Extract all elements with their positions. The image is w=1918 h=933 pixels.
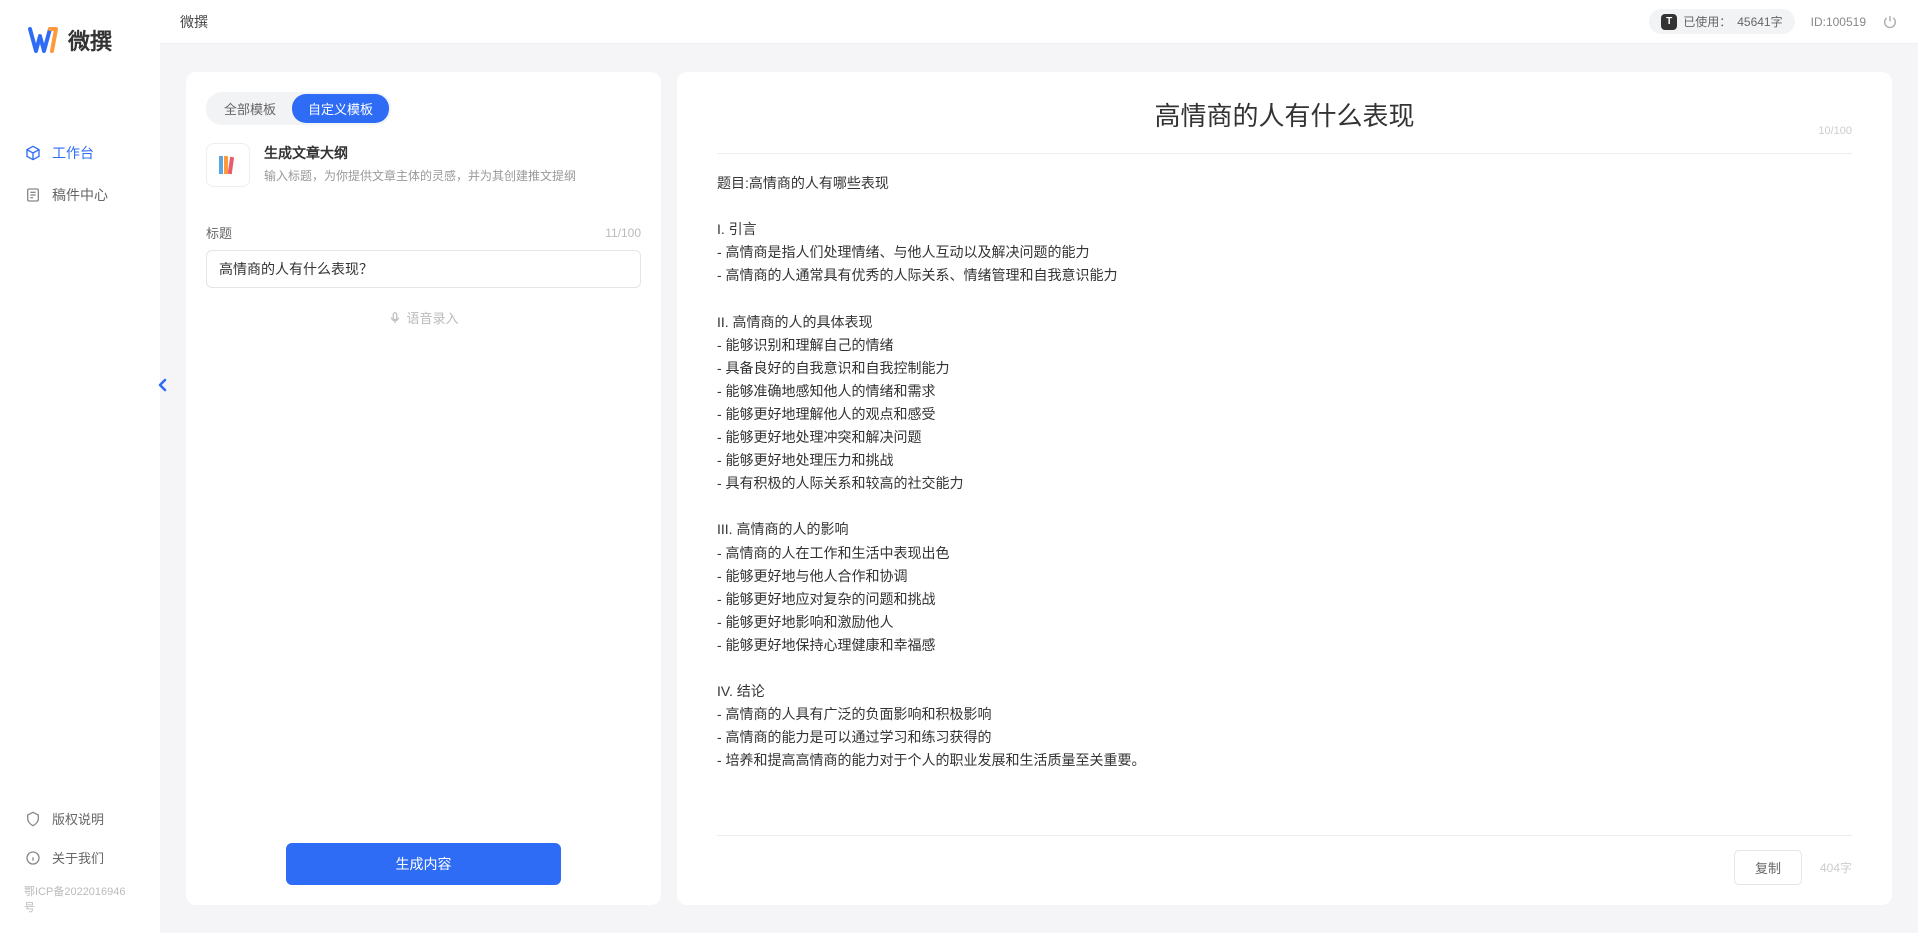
template-info: 生成文章大纲 输入标题，为你提供文章主体的灵感，并为其创建推文提纲 [264, 143, 641, 184]
form-label-row: 标题 11/100 [206, 223, 641, 242]
word-count: 404字 [1820, 859, 1852, 876]
title-input[interactable] [206, 250, 641, 288]
right-panel: 高情商的人有什么表现 10/100 题目:高情商的人有哪些表现 I. 引言 - … [677, 72, 1892, 905]
voice-input-button[interactable]: 语音录入 [206, 308, 641, 327]
nav-about[interactable]: 关于我们 [0, 838, 160, 877]
template-tabs: 全部模板 自定义模板 [206, 92, 391, 125]
usage-pill[interactable]: T 已使用： 45641字 [1649, 9, 1794, 34]
nav-copyright[interactable]: 版权说明 [0, 799, 160, 838]
voice-label: 语音录入 [406, 308, 458, 327]
collapse-handle[interactable] [156, 376, 170, 394]
nav-menu: 工作台 稿件中心 [0, 72, 160, 799]
template-card[interactable]: 生成文章大纲 输入标题，为你提供文章主体的灵感，并为其创建推文提纲 [186, 143, 661, 207]
power-icon[interactable] [1882, 14, 1898, 30]
usage-value: 45641字 [1737, 13, 1782, 30]
mic-icon [388, 311, 402, 325]
sidebar: 微撰 工作台 稿件中心 版权说明 [0, 0, 160, 933]
nav-label: 版权说明 [52, 809, 104, 828]
header-right: T 已使用： 45641字 ID:100519 [1649, 9, 1898, 34]
template-title: 生成文章大纲 [264, 143, 641, 163]
generate-button[interactable]: 生成内容 [286, 843, 561, 885]
copy-button[interactable]: 复制 [1734, 850, 1802, 885]
cube-icon [24, 144, 42, 162]
tab-all-templates[interactable]: 全部模板 [208, 94, 292, 123]
tab-custom-templates[interactable]: 自定义模板 [292, 94, 389, 123]
title-label: 标题 [206, 223, 232, 242]
logo-icon [28, 24, 60, 56]
shield-icon [24, 810, 42, 828]
output-title-row: 高情商的人有什么表现 10/100 [717, 96, 1852, 154]
user-id: ID:100519 [1811, 15, 1866, 29]
icp-text: 鄂ICP备2022016946号 [0, 877, 160, 921]
top-header: 微撰 T 已使用： 45641字 ID:100519 [160, 0, 1918, 44]
template-desc: 输入标题，为你提供文章主体的灵感，并为其创建推文提纲 [264, 167, 641, 184]
title-count: 11/100 [605, 226, 641, 240]
form-section: 标题 11/100 语音录入 [186, 207, 661, 843]
output-footer: 复制 404字 [717, 835, 1852, 885]
output-title[interactable]: 高情商的人有什么表现 [717, 96, 1852, 133]
nav-workbench[interactable]: 工作台 [0, 132, 160, 174]
output-body[interactable]: 题目:高情商的人有哪些表现 I. 引言 - 高情商是指人们处理情绪、与他人互动以… [717, 172, 1852, 815]
logo-text: 微撰 [68, 24, 112, 56]
page-title: 微撰 [180, 12, 208, 32]
sidebar-footer: 版权说明 关于我们 鄂ICP备2022016946号 [0, 799, 160, 933]
nav-label: 工作台 [52, 143, 94, 163]
nav-label: 关于我们 [52, 848, 104, 867]
info-icon [24, 849, 42, 867]
nav-docs[interactable]: 稿件中心 [0, 174, 160, 216]
left-panel: 全部模板 自定义模板 生成文章大纲 输入标题，为你提供文章主体的灵感，并为其创建… [186, 72, 661, 905]
usage-prefix: 已使用： [1683, 13, 1731, 30]
nav-label: 稿件中心 [52, 185, 108, 205]
main: 微撰 T 已使用： 45641字 ID:100519 全部模板 自定义模板 [160, 0, 1918, 933]
document-icon [24, 186, 42, 204]
output-title-count: 10/100 [1818, 125, 1852, 137]
t-badge-icon: T [1661, 14, 1677, 30]
books-icon [206, 143, 250, 187]
content: 全部模板 自定义模板 生成文章大纲 输入标题，为你提供文章主体的灵感，并为其创建… [160, 44, 1918, 933]
logo: 微撰 [0, 0, 160, 72]
